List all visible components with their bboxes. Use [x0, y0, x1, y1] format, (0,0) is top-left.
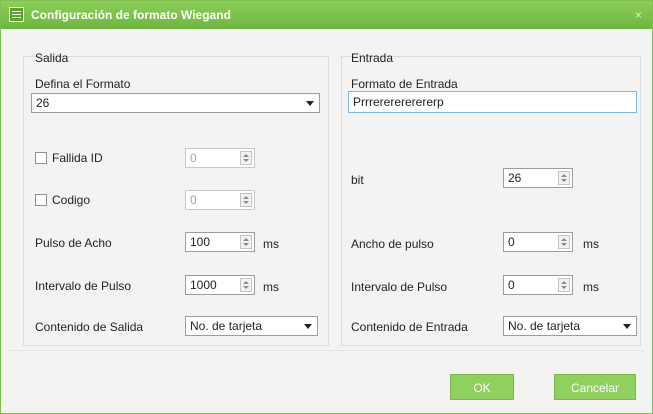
failed-id-stepper: 0 [185, 148, 255, 168]
bit-stepper[interactable]: 26 [503, 168, 573, 188]
spinner-icon[interactable] [240, 278, 252, 292]
failed-id-value: 0 [190, 151, 197, 165]
input-pulse-width-label: Ancho de pulso [351, 237, 434, 251]
input-pulse-interval-unit: ms [583, 280, 599, 294]
chevron-down-icon [306, 101, 314, 106]
bit-value: 26 [508, 171, 522, 185]
output-content-select[interactable]: No. de tarjeta [185, 316, 318, 336]
pulse-width-label: Pulso de Acho [35, 236, 112, 250]
input-pulse-interval-stepper[interactable]: 0 [503, 275, 573, 295]
output-format-label: Defina el Formato [35, 77, 131, 91]
pulse-width-unit: ms [263, 237, 279, 251]
bit-label: bit [351, 173, 364, 187]
pulse-interval-label: Intervalo de Pulso [35, 279, 132, 293]
config-icon [9, 7, 24, 22]
input-content-label: Contenido de Entrada [351, 320, 468, 334]
input-pulse-width-stepper[interactable]: 0 [503, 232, 573, 252]
output-format-select[interactable]: 26 [31, 93, 320, 113]
spinner-icon[interactable] [240, 235, 252, 249]
input-content-value: No. de tarjeta [508, 319, 581, 333]
pulse-interval-stepper[interactable]: 1000 [185, 275, 255, 295]
input-pulse-width-value: 0 [508, 235, 515, 249]
output-format-value: 26 [36, 96, 50, 110]
code-value: 0 [190, 193, 197, 207]
pulse-interval-value: 1000 [190, 278, 217, 292]
code-label: Codigo [52, 193, 91, 207]
pulse-width-value: 100 [190, 235, 211, 249]
input-format-value: Prrrererererererp [353, 95, 444, 109]
input-format-label: Formato de Entrada [351, 77, 458, 91]
output-content-label: Contenido de Salida [35, 320, 144, 334]
input-pulse-interval-value: 0 [508, 278, 515, 292]
failed-id-label: Fallida ID [52, 151, 103, 165]
cancel-button[interactable]: Cancelar [554, 374, 636, 400]
input-group-label: Entrada [351, 51, 394, 65]
input-content-select[interactable]: No. de tarjeta [503, 316, 637, 336]
spinner-icon[interactable] [558, 235, 570, 249]
output-content-value: No. de tarjeta [190, 319, 263, 333]
chevron-down-icon [623, 324, 631, 329]
footer-divider [9, 350, 644, 351]
spinner-icon [240, 193, 252, 207]
dialog-title: Configuración de formato Wiegand [31, 8, 231, 22]
input-pulse-width-unit: ms [583, 237, 599, 251]
input-pulse-interval-label: Intervalo de Pulso [351, 280, 448, 294]
spinner-icon[interactable] [558, 278, 570, 292]
pulse-interval-unit: ms [263, 280, 279, 294]
failed-id-checkbox[interactable] [35, 152, 47, 164]
pulse-width-stepper[interactable]: 100 [185, 232, 255, 252]
output-group-label: Salida [35, 51, 69, 65]
spinner-icon[interactable] [558, 171, 570, 185]
chevron-down-icon [304, 324, 312, 329]
title-bar[interactable]: Configuración de formato Wiegand × [1, 1, 652, 29]
spinner-icon [240, 151, 252, 165]
code-stepper: 0 [185, 190, 255, 210]
ok-button[interactable]: OK [450, 374, 514, 400]
wiegand-format-dialog: Configuración de formato Wiegand × Salid… [0, 0, 653, 414]
close-icon[interactable]: × [635, 8, 642, 22]
code-checkbox[interactable] [35, 194, 47, 206]
input-format-field[interactable]: Prrrererererererp [348, 91, 637, 113]
